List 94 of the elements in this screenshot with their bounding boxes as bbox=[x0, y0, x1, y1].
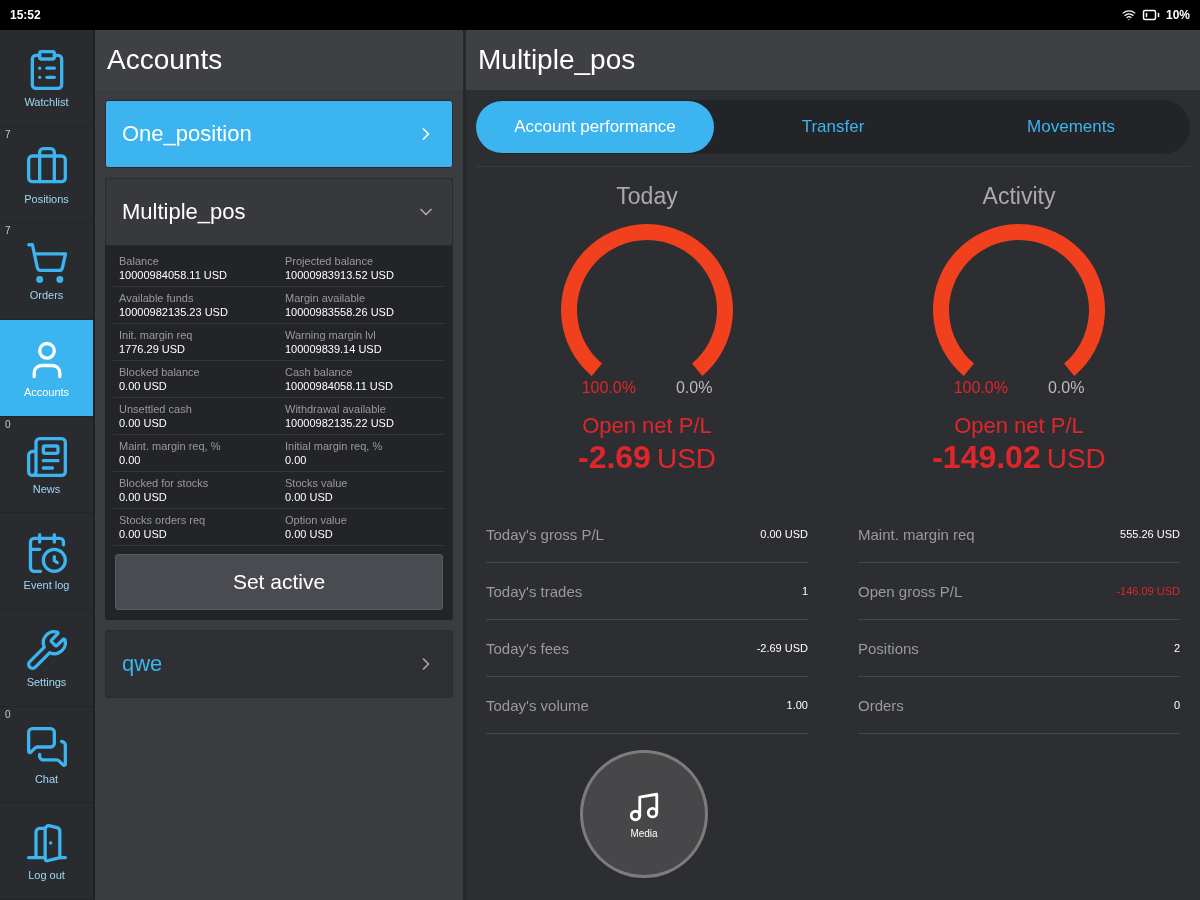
stat-label: Today's trades bbox=[486, 582, 583, 600]
detail-label: Maint. margin req, % bbox=[119, 440, 222, 452]
tab[interactable]: Transfer bbox=[714, 101, 952, 153]
nav-item[interactable]: 0 Chat bbox=[0, 706, 93, 804]
detail-label: Withdrawal available bbox=[285, 403, 387, 415]
nav-icon bbox=[24, 724, 69, 769]
battery-percent: 10% bbox=[1165, 8, 1190, 22]
card-title: Activity bbox=[982, 183, 1056, 210]
detail-value: 10000983913.52 USD bbox=[285, 269, 395, 281]
detail-label: Projected balance bbox=[285, 255, 375, 267]
nav-icon bbox=[24, 627, 69, 672]
account-header[interactable]: Multiple_pos bbox=[105, 178, 453, 246]
stat-value: -146.09 USD bbox=[1116, 585, 1180, 597]
nav-label: Event log bbox=[23, 579, 70, 592]
detail-value: 0.00 USD bbox=[119, 528, 168, 540]
stat-value: 1.00 bbox=[786, 699, 808, 711]
stat-value: 1 bbox=[801, 585, 808, 597]
detail-value: 10000984058.11 USD bbox=[285, 380, 395, 392]
nav-label: Watchlist bbox=[24, 95, 69, 108]
detail-value: 10000982135.22 USD bbox=[285, 417, 395, 429]
pl-label: Open net P/L bbox=[954, 413, 1084, 439]
nav-label: Chat bbox=[34, 772, 59, 785]
status-time: 15:52 bbox=[10, 8, 41, 22]
detail-label: Init. margin req bbox=[119, 329, 194, 341]
nav-label: Log out bbox=[28, 869, 65, 882]
pl-amount: -149.02 bbox=[932, 439, 1041, 476]
detail-value: 0.00 USD bbox=[119, 380, 168, 392]
stat-value: 555.26 USD bbox=[1120, 528, 1180, 540]
nav-count: 7 bbox=[5, 225, 11, 237]
detail-label: Blocked for stocks bbox=[119, 477, 210, 489]
nav-icon bbox=[24, 241, 69, 286]
detail-value: 0.00 USD bbox=[285, 528, 334, 540]
nav-item[interactable]: Settings bbox=[0, 610, 93, 707]
nav-label: Orders bbox=[29, 289, 64, 302]
gauge-right-percent: 0.0% bbox=[675, 379, 713, 397]
pl-currency: USD bbox=[1046, 443, 1106, 475]
detail-title: Multiple_pos bbox=[466, 30, 1200, 90]
detail-label: Balance bbox=[119, 255, 160, 267]
detail-label: Option value bbox=[285, 514, 348, 526]
gauge-left-percent: 100.0% bbox=[953, 379, 1008, 397]
detail-label: Available funds bbox=[119, 292, 195, 304]
nav-count: 7 bbox=[5, 128, 11, 140]
stat-label: Orders bbox=[858, 696, 904, 714]
nav-icon bbox=[24, 434, 69, 479]
pl-amount: -2.69 bbox=[577, 439, 651, 476]
tab[interactable]: Movements bbox=[952, 101, 1190, 153]
stat-value: 2 bbox=[1173, 642, 1180, 654]
stat-value: 0 bbox=[1173, 699, 1180, 711]
detail-label: Margin available bbox=[285, 292, 367, 304]
stat-label: Positions bbox=[858, 639, 919, 657]
detail-value: 10000982135.23 USD bbox=[119, 306, 229, 318]
nav-item[interactable]: 0 News bbox=[0, 416, 93, 514]
stat-label: Today's fees bbox=[486, 639, 569, 657]
detail-value: 0.00 USD bbox=[285, 491, 334, 503]
detail-label: Warning margin lvl bbox=[285, 329, 377, 341]
detail-value: 0.00 bbox=[119, 454, 142, 466]
set-active-button[interactable]: Set active bbox=[115, 554, 443, 610]
nav-label: Positions bbox=[24, 192, 69, 205]
detail-value: 0.00 USD bbox=[119, 491, 168, 503]
detail-value: 100009839.14 USD bbox=[285, 343, 383, 355]
detail-value: 10000984058.11 USD bbox=[119, 269, 229, 281]
detail-label: Cash balance bbox=[285, 366, 354, 378]
detail-value: 0.00 USD bbox=[119, 417, 168, 429]
nav-label: News bbox=[32, 482, 61, 495]
detail-value: 1776.29 USD bbox=[119, 343, 187, 355]
nav-label: Settings bbox=[26, 675, 67, 688]
nav-item[interactable]: Log out bbox=[0, 803, 93, 900]
pl-currency: USD bbox=[656, 443, 717, 475]
detail-label: Unsettled cash bbox=[119, 403, 193, 415]
detail-label: Stocks value bbox=[285, 477, 349, 489]
detail-label: Initial margin req, % bbox=[285, 440, 384, 452]
gauge-right-percent: 0.0% bbox=[1047, 379, 1085, 397]
stat-label: Today's gross P/L bbox=[486, 525, 604, 543]
stat-value: 0.00 USD bbox=[760, 528, 808, 540]
detail-value: 0.00 bbox=[285, 454, 308, 466]
account-header[interactable]: qwe bbox=[105, 630, 453, 698]
stat-value: -2.69 USD bbox=[756, 642, 808, 654]
nav-item[interactable]: 7 Positions bbox=[0, 126, 93, 224]
stat-label: Maint. margin req bbox=[858, 525, 975, 543]
nav-label: Accounts bbox=[23, 385, 70, 398]
panel-title: Accounts bbox=[95, 30, 463, 90]
nav-item[interactable]: Watchlist bbox=[0, 30, 93, 127]
nav-item[interactable]: Event log bbox=[0, 513, 93, 611]
detail-label: Blocked balance bbox=[119, 366, 201, 378]
wifi-icon bbox=[1121, 8, 1136, 22]
stat-label: Open gross P/L bbox=[858, 582, 963, 600]
nav-count: 0 bbox=[5, 708, 11, 720]
gauge-left-percent: 100.0% bbox=[581, 379, 636, 397]
nav-count: 0 bbox=[5, 418, 11, 430]
detail-label: Stocks orders req bbox=[119, 514, 207, 526]
card-title: Today bbox=[616, 183, 678, 210]
stat-label: Today's volume bbox=[486, 696, 589, 714]
pl-label: Open net P/L bbox=[582, 413, 712, 439]
detail-value: 10000983558.26 USD bbox=[285, 306, 395, 318]
